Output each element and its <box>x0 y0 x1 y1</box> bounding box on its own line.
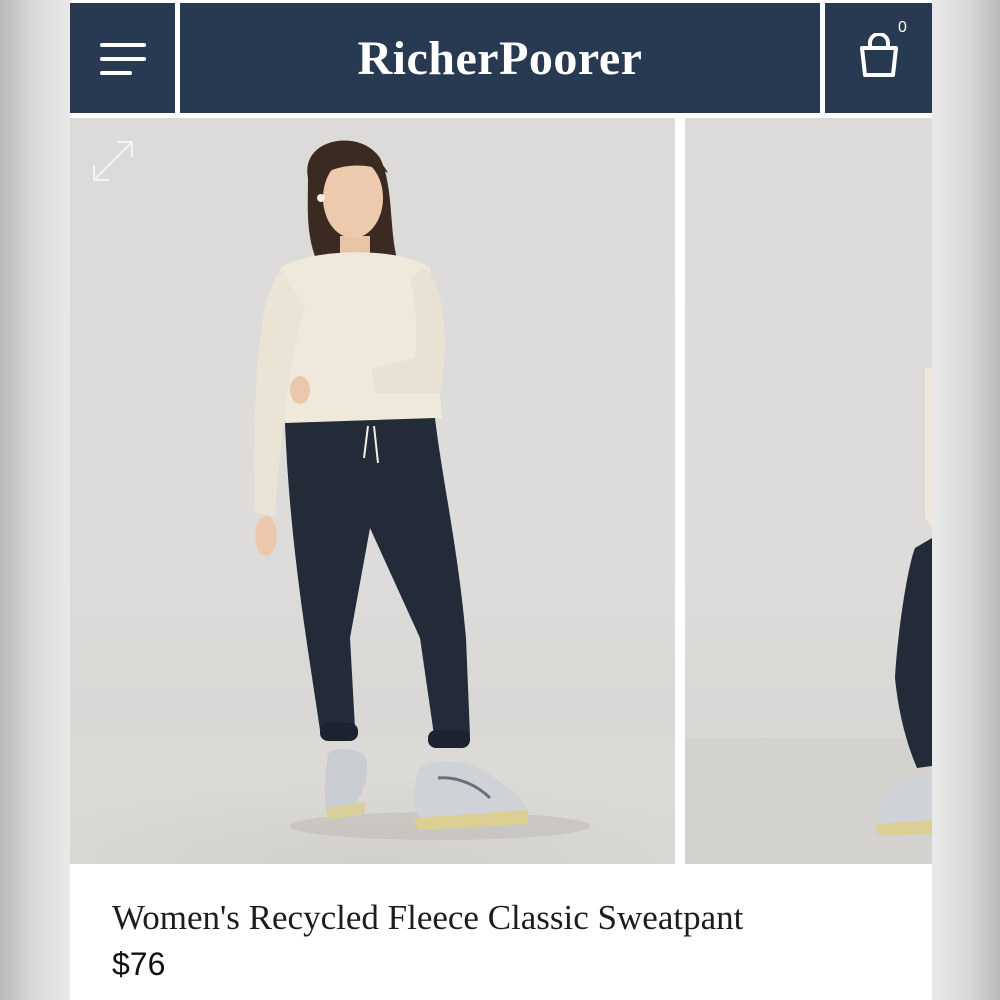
left-backdrop <box>0 0 70 1000</box>
shopping-bag-icon[interactable] <box>857 33 901 79</box>
mobile-page: RicherPoorer 0 Women's Recycled Fleece C… <box>70 0 932 1000</box>
site-header: RicherPoorer 0 <box>70 0 932 116</box>
menu-cell <box>70 3 175 113</box>
brand-cell: RicherPoorer <box>180 3 820 113</box>
product-title: Women's Recycled Fleece Classic Sweatpan… <box>112 898 744 937</box>
product-image-next[interactable] <box>685 118 932 864</box>
model-photo <box>70 140 675 864</box>
expand-icon[interactable] <box>88 136 138 186</box>
model-photo-partial <box>685 368 932 864</box>
product-image-main[interactable] <box>70 118 675 864</box>
right-backdrop <box>932 0 1000 1000</box>
brand-logo[interactable]: RicherPoorer <box>358 31 643 86</box>
hamburger-icon[interactable] <box>100 43 146 75</box>
cart-count-badge: 0 <box>898 19 907 36</box>
product-image-carousel[interactable] <box>70 118 932 864</box>
cart-cell: 0 <box>825 3 932 113</box>
product-price: $76 <box>112 946 166 982</box>
